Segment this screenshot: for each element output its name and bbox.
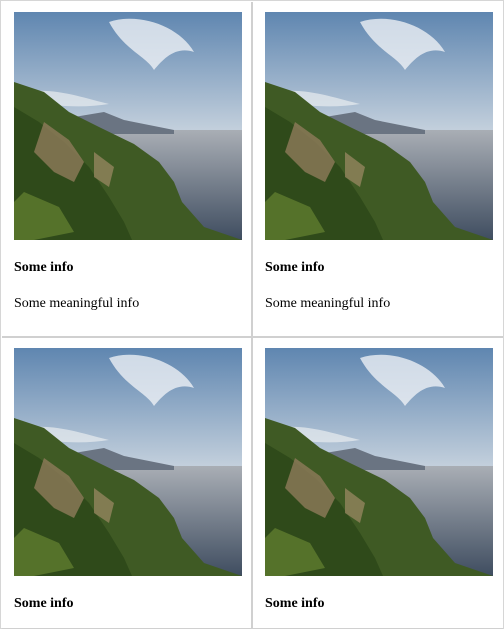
card-title: Some info bbox=[265, 260, 325, 275]
card-image bbox=[265, 348, 493, 576]
card-title: Some info bbox=[265, 596, 325, 611]
card-description: Some meaningful info bbox=[14, 296, 140, 311]
page: Some info Some meaningful info Some info… bbox=[0, 0, 504, 629]
card-image bbox=[14, 348, 242, 576]
card: Some info bbox=[253, 338, 503, 628]
card-description: Some meaningful info bbox=[265, 296, 391, 311]
card-grid: Some info Some meaningful info Some info… bbox=[2, 2, 503, 629]
card: Some info bbox=[2, 338, 251, 628]
card-image bbox=[265, 12, 493, 240]
card-image bbox=[14, 12, 242, 240]
card: Some info Some meaningful info bbox=[2, 2, 251, 336]
card: Some info Some meaningful info bbox=[253, 2, 503, 336]
card-title: Some info bbox=[14, 260, 74, 275]
card-title: Some info bbox=[14, 596, 74, 611]
